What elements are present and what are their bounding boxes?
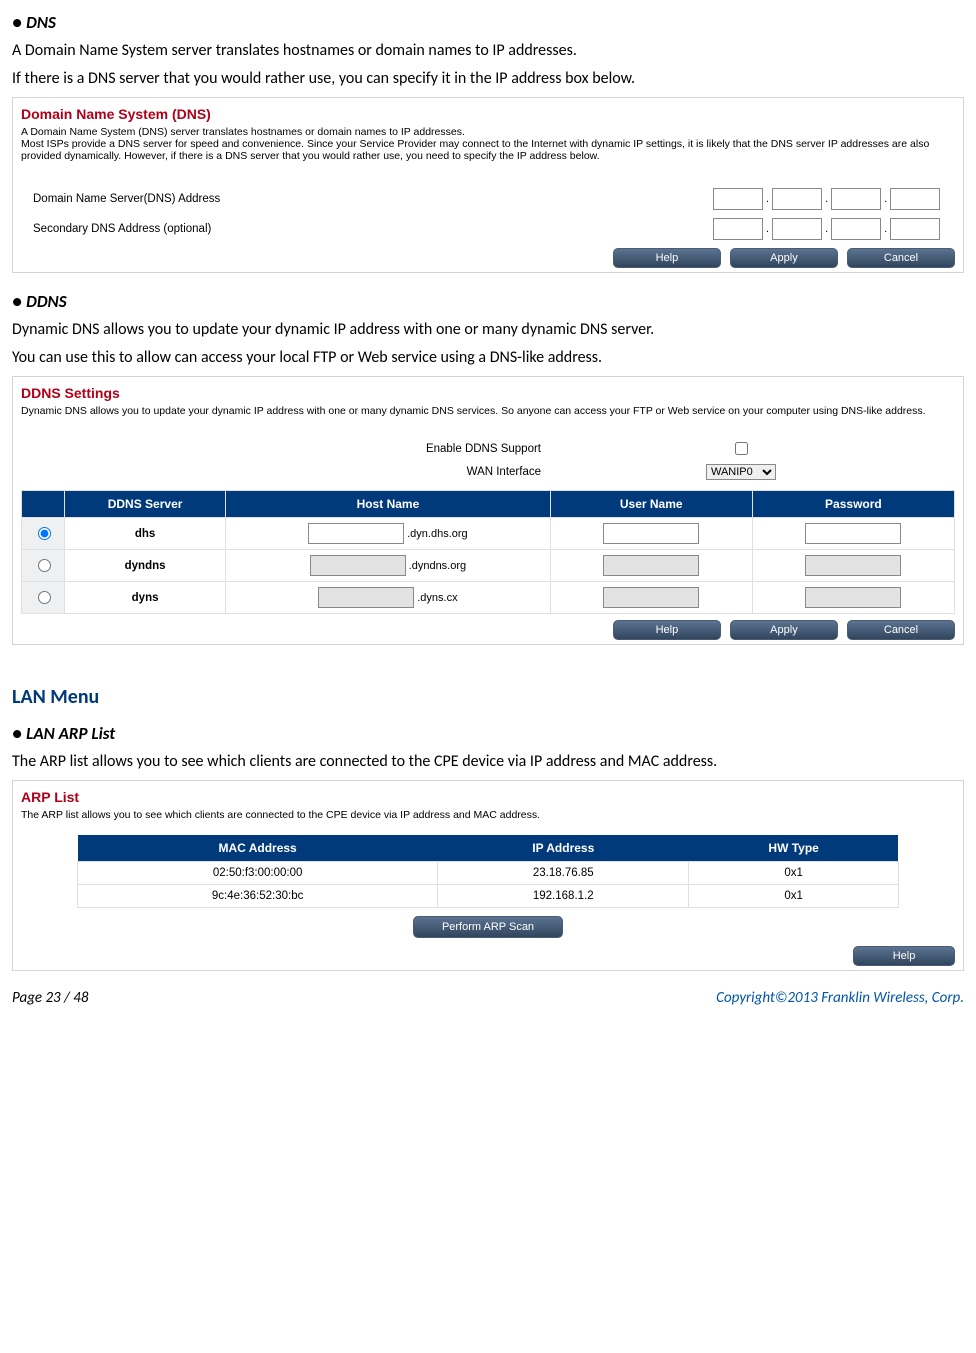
arp-row: 9c:4e:36:52:30:bc192.168.1.20x1 xyxy=(78,885,899,908)
username-input[interactable] xyxy=(603,555,699,576)
label-wan-interface: WAN Interface xyxy=(21,466,571,478)
ddns-radio[interactable] xyxy=(38,559,51,572)
col-username: User Name xyxy=(550,491,752,518)
perform-arp-scan-button[interactable]: Perform ARP Scan xyxy=(413,916,563,938)
ddns-table: DDNS Server Host Name User Name Password… xyxy=(21,490,955,614)
select-wan-interface[interactable]: WANIP0 xyxy=(706,464,776,480)
text-arp-p1: The ARP list allows you to see which cli… xyxy=(12,750,964,774)
arp-table: MAC Address IP Address HW Type 02:50:f3:… xyxy=(77,835,899,908)
arp-ip: 23.18.76.85 xyxy=(438,862,689,885)
text-ddns-p2: You can use this to allow can access you… xyxy=(12,346,964,370)
arp-mac: 02:50:f3:00:00:00 xyxy=(78,862,438,885)
ddns-radio[interactable] xyxy=(38,527,51,540)
heading-ddns: DDNS xyxy=(12,291,964,312)
help-button[interactable]: Help xyxy=(613,248,721,268)
label-dns-secondary: Secondary DNS Address (optional) xyxy=(21,223,713,235)
ddns-row: dhs .dyn.dhs.org xyxy=(22,518,955,550)
checkbox-enable-ddns[interactable] xyxy=(735,442,748,455)
dns1-oct4[interactable] xyxy=(890,188,940,210)
ddns-radio[interactable] xyxy=(38,591,51,604)
col-hw: HW Type xyxy=(689,835,899,862)
apply-button[interactable]: Apply xyxy=(730,620,838,640)
hostname-input[interactable] xyxy=(308,523,404,544)
cancel-button[interactable]: Cancel xyxy=(847,620,955,640)
arp-ip: 192.168.1.2 xyxy=(438,885,689,908)
hostname-suffix: .dyns.cx xyxy=(417,592,457,604)
ddns-row: dyndns .dyndns.org xyxy=(22,550,955,582)
arp-hw: 0x1 xyxy=(689,862,899,885)
heading-arp: LAN ARP List xyxy=(12,723,964,744)
panel-dns: Domain Name System (DNS) A Domain Name S… xyxy=(12,97,964,273)
password-input[interactable] xyxy=(805,587,901,608)
label-dns-primary: Domain Name Server(DNS) Address xyxy=(21,193,713,205)
hostname-suffix: .dyn.dhs.org xyxy=(407,528,468,540)
arp-hw: 0x1 xyxy=(689,885,899,908)
panel-ddns-title: DDNS Settings xyxy=(21,385,955,401)
cancel-button[interactable]: Cancel xyxy=(847,248,955,268)
heading-dns: DNS xyxy=(12,12,964,33)
hostname-input[interactable] xyxy=(310,555,406,576)
hostname-suffix: .dyndns.org xyxy=(409,560,466,572)
input-dns-secondary[interactable]: ... xyxy=(713,218,940,240)
arp-mac: 9c:4e:36:52:30:bc xyxy=(78,885,438,908)
text-dns-p1: A Domain Name System server translates h… xyxy=(12,39,964,63)
dns2-oct3[interactable] xyxy=(831,218,881,240)
dns1-oct1[interactable] xyxy=(713,188,763,210)
dns2-oct1[interactable] xyxy=(713,218,763,240)
label-enable-ddns: Enable DDNS Support xyxy=(21,443,571,455)
username-input[interactable] xyxy=(603,587,699,608)
col-mac: MAC Address xyxy=(78,835,438,862)
footer-copyright: Copyright©2013 Franklin Wireless, Corp. xyxy=(716,989,964,1007)
panel-arp-title: ARP List xyxy=(21,789,955,805)
text-ddns-p1: Dynamic DNS allows you to update your dy… xyxy=(12,318,964,342)
dns2-oct4[interactable] xyxy=(890,218,940,240)
ddns-row: dyns .dyns.cx xyxy=(22,582,955,614)
panel-ddns: DDNS Settings Dynamic DNS allows you to … xyxy=(12,376,964,645)
dns1-oct3[interactable] xyxy=(831,188,881,210)
col-select xyxy=(22,491,65,518)
col-password: Password xyxy=(752,491,954,518)
ddns-server-name: dyndns xyxy=(65,550,226,582)
input-dns-primary[interactable]: ... xyxy=(713,188,940,210)
help-button[interactable]: Help xyxy=(613,620,721,640)
ddns-server-name: dyns xyxy=(65,582,226,614)
panel-dns-desc2: Most ISPs provide a DNS server for speed… xyxy=(21,138,955,162)
footer-page: Page 23 / 48 xyxy=(12,989,88,1007)
panel-ddns-desc: Dynamic DNS allows you to update your dy… xyxy=(21,405,955,417)
ddns-server-name: dhs xyxy=(65,518,226,550)
dns1-oct2[interactable] xyxy=(772,188,822,210)
panel-arp-desc: The ARP list allows you to see which cli… xyxy=(21,809,955,821)
panel-arp: ARP List The ARP list allows you to see … xyxy=(12,780,964,971)
panel-dns-title: Domain Name System (DNS) xyxy=(21,106,955,122)
panel-dns-desc1: A Domain Name System (DNS) server transl… xyxy=(21,126,955,138)
col-ip: IP Address xyxy=(438,835,689,862)
text-dns-p2: If there is a DNS server that you would … xyxy=(12,67,964,91)
password-input[interactable] xyxy=(805,555,901,576)
dns2-oct2[interactable] xyxy=(772,218,822,240)
password-input[interactable] xyxy=(805,523,901,544)
apply-button[interactable]: Apply xyxy=(730,248,838,268)
col-ddns-server: DDNS Server xyxy=(65,491,226,518)
page-footer: Page 23 / 48 Copyright©2013 Franklin Wir… xyxy=(12,989,964,1007)
heading-lan-menu: LAN Menu xyxy=(12,685,964,709)
hostname-input[interactable] xyxy=(318,587,414,608)
help-button[interactable]: Help xyxy=(853,946,955,966)
username-input[interactable] xyxy=(603,523,699,544)
col-hostname: Host Name xyxy=(226,491,551,518)
arp-row: 02:50:f3:00:00:0023.18.76.850x1 xyxy=(78,862,899,885)
